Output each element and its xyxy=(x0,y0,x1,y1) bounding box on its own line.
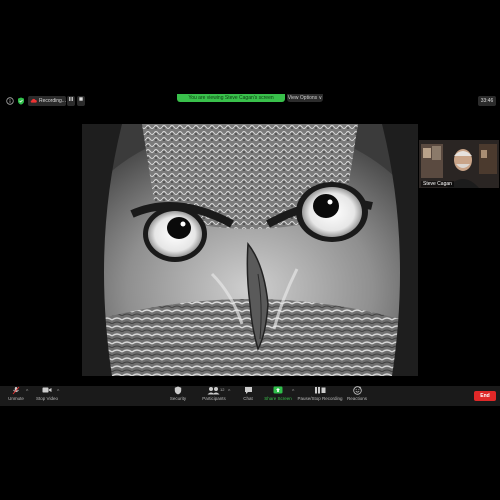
chat-label: Chat xyxy=(243,396,253,401)
recording-cloud-icon xyxy=(30,98,37,105)
shared-screen-owl-photo xyxy=(82,124,418,376)
info-icon[interactable] xyxy=(6,97,14,108)
unmute-button[interactable]: Unmute xyxy=(5,386,27,406)
share-options-chevron-icon[interactable]: ^ xyxy=(292,389,294,395)
security-shield-icon xyxy=(174,386,182,396)
meeting-timer: 33:46 xyxy=(478,96,496,106)
pause-recording-button[interactable] xyxy=(67,96,75,106)
stop-recording-button[interactable] xyxy=(77,96,85,106)
share-screen-label: Share Screen xyxy=(264,396,292,401)
reactions-button[interactable]: Reactions xyxy=(346,386,368,406)
view-options-button[interactable]: View Options ∨ xyxy=(287,94,323,102)
viewing-share-banner: You are viewing Steve Cagan's screen xyxy=(177,94,285,102)
stop-video-label: Stop Video xyxy=(36,396,58,401)
participants-button[interactable]: Participants xyxy=(199,386,229,406)
participants-icon xyxy=(207,386,221,396)
pause-stop-recording-icon xyxy=(314,386,326,396)
pause-icon xyxy=(69,97,73,101)
participant-video-thumbnail[interactable]: Steve Cagan xyxy=(419,140,499,188)
pause-stop-recording-label: Pause/Stop Recording xyxy=(297,396,343,401)
video-camera-icon xyxy=(42,386,52,396)
security-button[interactable]: Security xyxy=(165,386,191,406)
audio-options-chevron-icon[interactable]: ^ xyxy=(26,389,28,395)
pause-stop-recording-button[interactable]: Pause/Stop Recording xyxy=(297,386,343,406)
share-screen-icon xyxy=(273,386,283,396)
participants-count: 12 xyxy=(220,387,225,392)
participant-name-label: Steve Cagan xyxy=(421,181,454,187)
meeting-controls-toolbar: Unmute ^ Stop Video ^ Security Participa… xyxy=(0,386,500,406)
end-meeting-button[interactable]: End xyxy=(474,391,496,401)
participants-chevron-icon[interactable]: ^ xyxy=(228,389,230,395)
chat-button[interactable]: Chat xyxy=(238,386,258,406)
reactions-smiley-icon xyxy=(352,386,362,396)
reactions-label: Reactions xyxy=(346,396,367,401)
security-label: Security xyxy=(169,396,187,401)
unmute-label: Unmute xyxy=(8,396,24,401)
video-options-chevron-icon[interactable]: ^ xyxy=(57,389,59,395)
recording-indicator: Recording... xyxy=(28,96,66,106)
muted-microphone-icon xyxy=(12,386,20,396)
shield-icon[interactable] xyxy=(17,97,25,108)
chat-bubble-icon xyxy=(244,386,253,396)
stop-video-button[interactable]: Stop Video xyxy=(36,386,58,406)
participants-label: Participants xyxy=(202,396,226,401)
recording-label: Recording... xyxy=(39,98,66,104)
share-screen-button[interactable]: Share Screen xyxy=(263,386,293,406)
stop-icon xyxy=(79,97,83,101)
